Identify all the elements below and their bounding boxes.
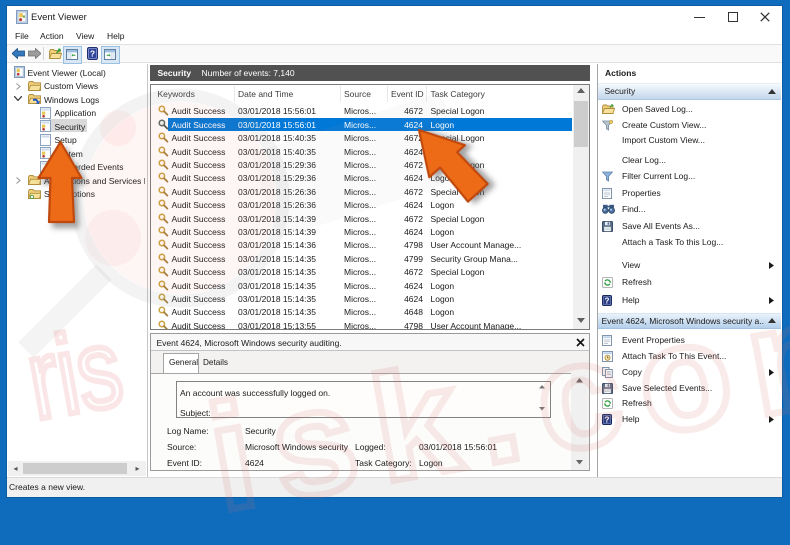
- svg-text:?: ?: [604, 415, 609, 424]
- svg-text:?: ?: [90, 49, 95, 59]
- svg-text:?: ?: [604, 296, 609, 305]
